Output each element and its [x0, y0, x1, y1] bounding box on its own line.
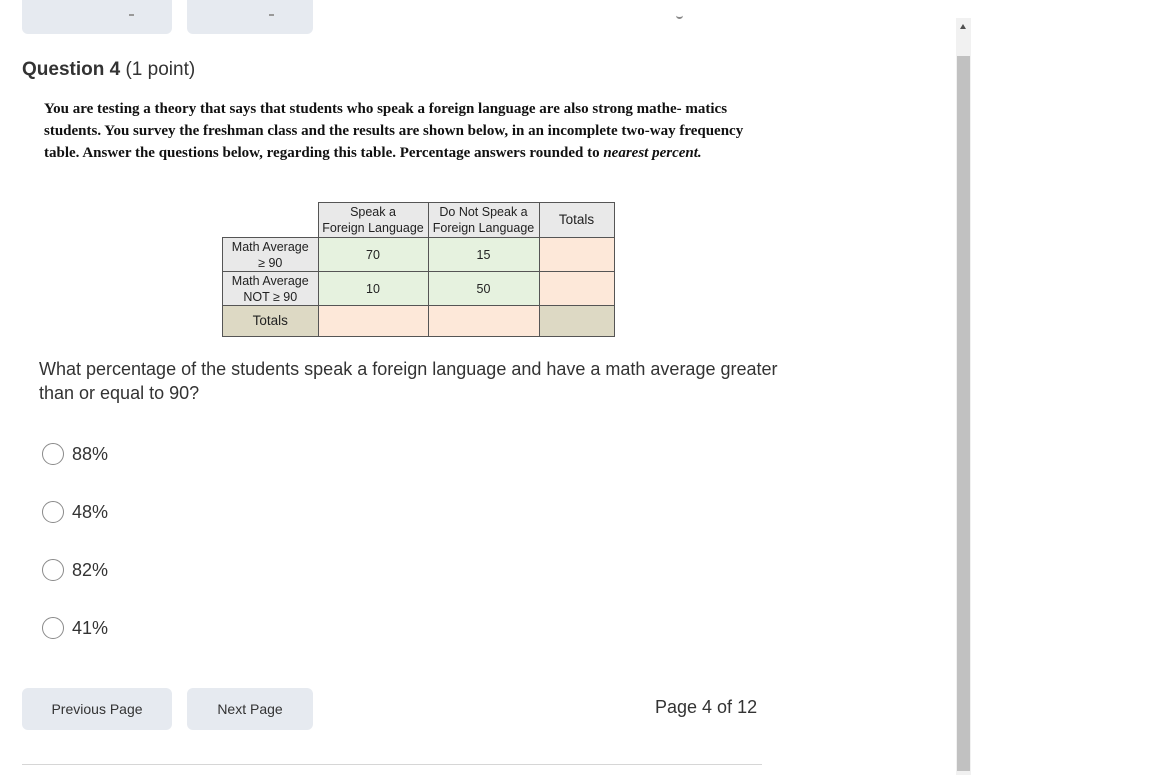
header-line: Speak a — [350, 205, 396, 219]
scrollbar-thumb[interactable] — [957, 56, 970, 771]
row-label-line: ≥ 90 — [258, 255, 283, 270]
choice-41-percent[interactable]: 41% — [42, 615, 108, 641]
cell-total-math-not-90-plus — [538, 271, 615, 306]
choice-label: 88% — [72, 443, 109, 464]
row-label-totals: Totals — [222, 305, 319, 337]
header-line: Foreign Language — [322, 221, 424, 235]
two-way-frequency-table: Speak a Foreign Language Do Not Speak a … — [222, 202, 615, 337]
row-label-line: NOT ≥ 90 — [243, 289, 298, 304]
cell-total-not-speak — [427, 305, 540, 337]
choice-88-percent[interactable]: 88% — [42, 441, 108, 467]
table-corner-blank — [223, 203, 319, 238]
cell-grand-total — [538, 305, 615, 337]
page-indicator-top — [676, 12, 683, 19]
vertical-scrollbar[interactable] — [956, 18, 971, 775]
page-indicator: Page 4 of 12 — [655, 697, 758, 717]
row-label-math-90-plus: Math Average ≥ 90 — [222, 237, 319, 272]
previous-page-button[interactable]: Previous Page — [22, 688, 172, 730]
question-prompt: What percentage of the students speak a … — [39, 359, 778, 403]
header-speak-foreign-language: Speak a Foreign Language — [317, 202, 429, 238]
choice-label: 82% — [72, 559, 109, 580]
row-label-line: Math Average — [231, 239, 309, 254]
question-stem: You are testing a theory that says that … — [44, 98, 774, 164]
quiz-page: Question 4 (1 point) You are testing a t… — [0, 0, 1154, 775]
header-not-speak-foreign-language: Do Not Speak a Foreign Language — [427, 202, 540, 238]
next-page-button-top[interactable] — [187, 0, 313, 34]
radio-button[interactable] — [42, 501, 64, 523]
previous-page-button-top[interactable] — [22, 0, 172, 34]
question-heading: Question 4 (1 point) — [22, 59, 195, 81]
bottom-divider — [22, 764, 762, 765]
radio-button[interactable] — [42, 617, 64, 639]
cell-not-speak-math-not-90-plus: 50 — [427, 271, 540, 306]
row-label-line: Math Average — [231, 273, 309, 288]
cell-total-math-90-plus — [538, 237, 615, 272]
header-totals: Totals — [538, 202, 615, 238]
radio-button[interactable] — [42, 443, 64, 465]
choice-82-percent[interactable]: 82% — [42, 557, 108, 583]
header-line: Foreign Language — [432, 221, 535, 235]
next-page-button[interactable]: Next Page — [187, 688, 313, 730]
choice-label: 41% — [72, 617, 109, 638]
choice-48-percent[interactable]: 48% — [42, 499, 108, 525]
cell-total-speak — [317, 305, 429, 337]
radio-button[interactable] — [42, 559, 64, 581]
cell-speak-math-90-plus: 70 — [317, 237, 429, 272]
header-line: Do Not Speak a — [439, 205, 528, 219]
scroll-up-arrow-icon[interactable] — [960, 24, 966, 29]
row-label-math-not-90-plus: Math Average NOT ≥ 90 — [222, 271, 319, 306]
cell-not-speak-math-90-plus: 15 — [427, 237, 540, 272]
choice-label: 48% — [72, 501, 109, 522]
question-number: Question 4 — [22, 59, 121, 80]
question-points: (1 point) — [125, 59, 196, 80]
stem-emphasis: nearest percent. — [603, 145, 702, 161]
cell-speak-math-not-90-plus: 10 — [317, 271, 429, 306]
